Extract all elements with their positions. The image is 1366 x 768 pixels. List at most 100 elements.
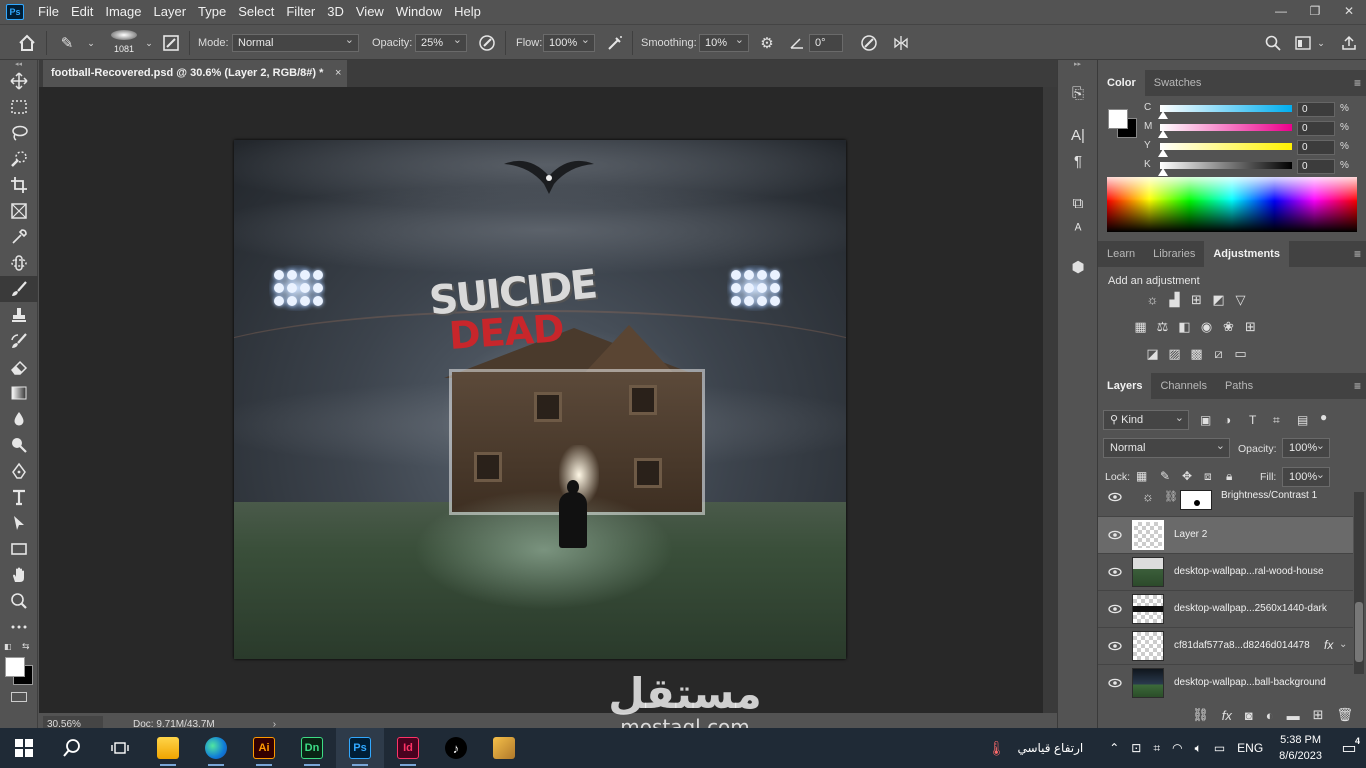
healing-brush-tool-icon[interactable]	[0, 250, 38, 276]
notifications-button[interactable]: ▭ 4	[1332, 728, 1366, 768]
gradient-tool-icon[interactable]	[0, 380, 38, 406]
new-adjustment-layer-icon[interactable]: ◐	[1266, 708, 1274, 723]
canvas[interactable]: SUICIDE DEAD	[234, 140, 846, 659]
add-layer-style-icon[interactable]: fx	[1222, 708, 1232, 723]
mode-dropdown[interactable]: Normal	[232, 33, 359, 52]
brightness-contrast-icon[interactable]: ☼	[1143, 290, 1162, 309]
tab-libraries[interactable]: Libraries	[1144, 241, 1204, 267]
link-icon[interactable]: ⛓	[1164, 490, 1178, 503]
menu-image[interactable]: Image	[99, 0, 147, 24]
layer-row[interactable]: ☼ ⛓ Brightness/Contrast 1	[1098, 482, 1353, 516]
link-layers-icon[interactable]: ⛓	[1192, 707, 1209, 723]
pressure-opacity-icon[interactable]	[476, 31, 498, 55]
layer-mask-thumbnail[interactable]	[1180, 490, 1212, 510]
curves-icon[interactable]: ⊞	[1187, 290, 1206, 309]
layer-opacity-field[interactable]: 100%	[1282, 437, 1330, 458]
close-icon[interactable]: ×	[335, 60, 341, 87]
chevron-down-icon[interactable]: ⌄	[138, 31, 160, 55]
slider-thumb-icon[interactable]	[1158, 111, 1168, 119]
layers-scrollbar[interactable]	[1354, 492, 1364, 674]
eraser-tool-icon[interactable]	[0, 354, 38, 380]
close-window-icon[interactable]: ✕	[1332, 0, 1366, 22]
blur-tool-icon[interactable]	[0, 406, 38, 432]
filter-adjustment-icon[interactable]: ◑	[1224, 413, 1231, 427]
channel-mixer-icon[interactable]: ❀	[1219, 317, 1238, 336]
panel-menu-icon[interactable]: ≡	[1354, 379, 1361, 393]
menu-select[interactable]: Select	[232, 0, 280, 24]
battery-icon[interactable]: ▭	[1208, 741, 1231, 755]
vertical-scrollbar[interactable]	[1043, 87, 1057, 713]
history-brush-tool-icon[interactable]	[0, 328, 38, 354]
eye-icon[interactable]	[1108, 676, 1122, 690]
slider-thumb-icon[interactable]	[1158, 149, 1168, 157]
cyan-value[interactable]: 0	[1297, 102, 1335, 117]
filter-pixel-icon[interactable]: ▣	[1200, 413, 1211, 427]
pen-tool-icon[interactable]	[0, 458, 38, 484]
black-value[interactable]: 0	[1297, 159, 1335, 174]
frame-tool-icon[interactable]	[0, 198, 38, 224]
pressure-size-icon[interactable]	[858, 31, 880, 55]
filter-shape-icon[interactable]: ⌗	[1273, 413, 1280, 428]
layer-effects-icon[interactable]: fx	[1324, 638, 1333, 652]
invert-icon[interactable]: ◪	[1143, 344, 1162, 363]
chevron-up-icon[interactable]: ⌃	[1103, 741, 1125, 755]
eye-icon[interactable]	[1108, 528, 1122, 542]
camera-icon[interactable]: ⊡	[1125, 741, 1147, 755]
opacity-field[interactable]: 25%	[415, 33, 467, 52]
taskbar-file-explorer[interactable]	[144, 728, 192, 768]
layer-row[interactable]: cf81daf577a8...d8246d014478 fx ⌄	[1098, 627, 1353, 664]
menu-3d[interactable]: 3D	[321, 0, 350, 24]
delete-layer-icon[interactable]: 🗑︎	[1336, 707, 1353, 723]
brush-tool-icon[interactable]	[0, 276, 38, 302]
eye-icon[interactable]	[1108, 490, 1122, 504]
collapse-arrows-icon[interactable]: ▸▸	[1058, 60, 1097, 70]
hue-saturation-icon[interactable]: ▦	[1131, 317, 1150, 336]
add-mask-icon[interactable]: ◙	[1245, 708, 1253, 723]
filter-type-icon[interactable]: T	[1249, 413, 1256, 427]
more-tools-icon[interactable]	[0, 614, 38, 640]
magenta-slider[interactable]	[1160, 124, 1292, 131]
path-selection-tool-icon[interactable]	[0, 510, 38, 536]
panel-menu-icon[interactable]: ≡	[1354, 247, 1361, 261]
taskbar-photoshop[interactable]: Ps	[336, 728, 384, 768]
paragraph-styles-icon[interactable]: ⧉	[1058, 190, 1098, 216]
taskbar-illustrator[interactable]: Ai	[240, 728, 288, 768]
chevron-down-icon[interactable]: ⌄	[1310, 31, 1332, 55]
chevron-down-icon[interactable]: ⌄	[80, 31, 102, 55]
swap-colors-icon[interactable]: ⇆	[22, 641, 30, 652]
new-layer-icon[interactable]: ⊞	[1313, 707, 1324, 723]
menu-filter[interactable]: Filter	[280, 0, 321, 24]
lock-transparency-icon[interactable]: ▦	[1136, 469, 1147, 483]
taskbar-indesign[interactable]: Id	[384, 728, 432, 768]
levels-icon[interactable]: ▟	[1165, 290, 1184, 309]
menu-view[interactable]: View	[350, 0, 390, 24]
layer-filter-dropdown[interactable]: ⚲ Kind	[1103, 409, 1189, 430]
tab-channels[interactable]: Channels	[1151, 373, 1215, 399]
taskbar-winrar[interactable]	[480, 728, 528, 768]
eye-icon[interactable]	[1108, 639, 1122, 653]
document-tab[interactable]: football-Recovered.psd @ 30.6% (Layer 2,…	[43, 60, 348, 87]
3d-icon[interactable]: ⬢	[1058, 254, 1098, 280]
taskbar-edge[interactable]	[192, 728, 240, 768]
new-group-icon[interactable]: ▬	[1287, 708, 1300, 723]
eyedropper-tool-icon[interactable]	[0, 224, 38, 250]
angle-field[interactable]: 0°	[809, 34, 843, 52]
lock-position-icon[interactable]: ✥	[1182, 469, 1192, 483]
black-white-icon[interactable]: ◧	[1175, 317, 1194, 336]
search-icon[interactable]	[1262, 31, 1284, 55]
home-icon[interactable]	[16, 31, 38, 55]
zoom-tool-icon[interactable]	[0, 588, 38, 614]
share-icon[interactable]	[1338, 31, 1360, 55]
character-styles-icon[interactable]: ᴬ	[1058, 216, 1098, 242]
slider-thumb-icon[interactable]	[1158, 130, 1168, 138]
default-colors-icon[interactable]: ◧	[4, 642, 12, 651]
tab-learn[interactable]: Learn	[1098, 241, 1144, 267]
airbrush-icon[interactable]	[604, 31, 626, 55]
menu-help[interactable]: Help	[448, 0, 487, 24]
smoothing-field[interactable]: 10%	[699, 33, 749, 52]
flow-field[interactable]: 100%	[543, 33, 595, 52]
yellow-value[interactable]: 0	[1297, 140, 1335, 155]
layer-row[interactable]: desktop-wallpap...ball-background	[1098, 664, 1353, 701]
paragraph-icon[interactable]: ¶	[1058, 148, 1098, 174]
foreground-color-swatch[interactable]	[1108, 109, 1128, 129]
